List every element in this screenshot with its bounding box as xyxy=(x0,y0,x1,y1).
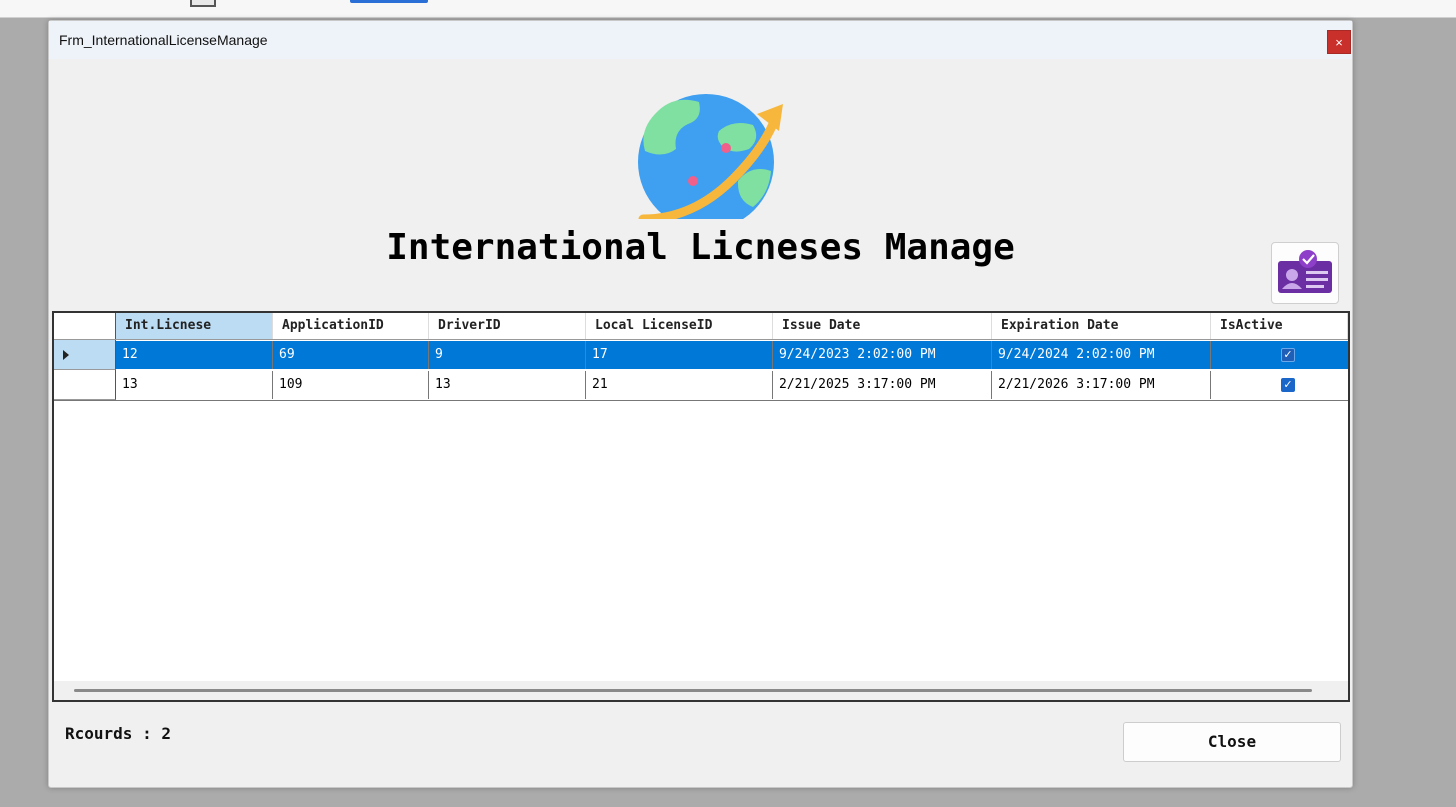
row-header-corner xyxy=(54,313,116,339)
table-row[interactable]: 12 69 9 17 9/24/2023 2:02:00 PM 9/24/202… xyxy=(54,340,1348,370)
row-header[interactable] xyxy=(54,370,116,400)
column-header-is-active[interactable]: IsActive xyxy=(1211,313,1348,339)
cell-issue-date[interactable]: 2/21/2025 3:17:00 PM xyxy=(773,371,992,399)
window-title: Frm_InternationalLicenseManage xyxy=(59,32,268,48)
scrollbar-thumb[interactable] xyxy=(74,689,1312,692)
cell-int-license[interactable]: 12 xyxy=(116,341,273,369)
column-header-driver-id[interactable]: DriverID xyxy=(429,313,586,339)
cell-application-id[interactable]: 69 xyxy=(273,341,429,369)
background-button xyxy=(350,0,428,3)
cell-expiration-date[interactable]: 2/21/2026 3:17:00 PM xyxy=(992,371,1211,399)
column-header-expiration-date[interactable]: Expiration Date xyxy=(992,313,1211,339)
cell-int-license[interactable]: 13 xyxy=(116,371,273,399)
window-close-button[interactable]: × xyxy=(1327,30,1351,54)
column-header-local-license-id[interactable]: Local LicenseID xyxy=(586,313,773,339)
column-header-application-id[interactable]: ApplicationID xyxy=(273,313,429,339)
printer-icon xyxy=(190,0,216,7)
cell-local-license-id[interactable]: 17 xyxy=(586,341,773,369)
title-bar: Frm_InternationalLicenseManage × xyxy=(49,21,1352,59)
column-header-issue-date[interactable]: Issue Date xyxy=(773,313,992,339)
checkbox-checked-icon[interactable]: ✓ xyxy=(1281,378,1295,392)
license-manage-window: Frm_InternationalLicenseManage × Interna… xyxy=(48,20,1353,788)
row-pointer-icon xyxy=(63,350,69,360)
cell-issue-date[interactable]: 9/24/2023 2:02:00 PM xyxy=(773,341,992,369)
cell-application-id[interactable]: 109 xyxy=(273,371,429,399)
cell-expiration-date[interactable]: 9/24/2024 2:02:00 PM xyxy=(992,341,1211,369)
cell-is-active[interactable]: ✓ xyxy=(1211,371,1348,399)
cell-is-active[interactable]: ✓ xyxy=(1211,341,1348,369)
license-card-icon xyxy=(1278,250,1332,293)
globe-icon xyxy=(633,69,783,230)
cell-driver-id[interactable]: 9 xyxy=(429,341,586,369)
cell-driver-id[interactable]: 13 xyxy=(429,371,586,399)
checkbox-checked-icon[interactable]: ✓ xyxy=(1281,348,1295,362)
records-count: Rcourds : 2 xyxy=(65,724,171,743)
background-taskbar-strip xyxy=(0,0,1456,18)
license-card-button[interactable] xyxy=(1271,242,1339,304)
column-header-int-license[interactable]: Int.Licnese xyxy=(116,313,273,339)
row-header[interactable] xyxy=(54,340,116,370)
table-header: Int.Licnese ApplicationID DriverID Local… xyxy=(54,313,1348,340)
licenses-table[interactable]: Int.Licnese ApplicationID DriverID Local… xyxy=(52,311,1350,702)
cell-local-license-id[interactable]: 21 xyxy=(586,371,773,399)
horizontal-scrollbar[interactable] xyxy=(54,681,1348,700)
page-title: International Licneses Manage xyxy=(386,227,1015,268)
table-row[interactable]: 13 109 13 21 2/21/2025 3:17:00 PM 2/21/2… xyxy=(54,370,1348,401)
close-button[interactable]: Close xyxy=(1123,722,1341,762)
